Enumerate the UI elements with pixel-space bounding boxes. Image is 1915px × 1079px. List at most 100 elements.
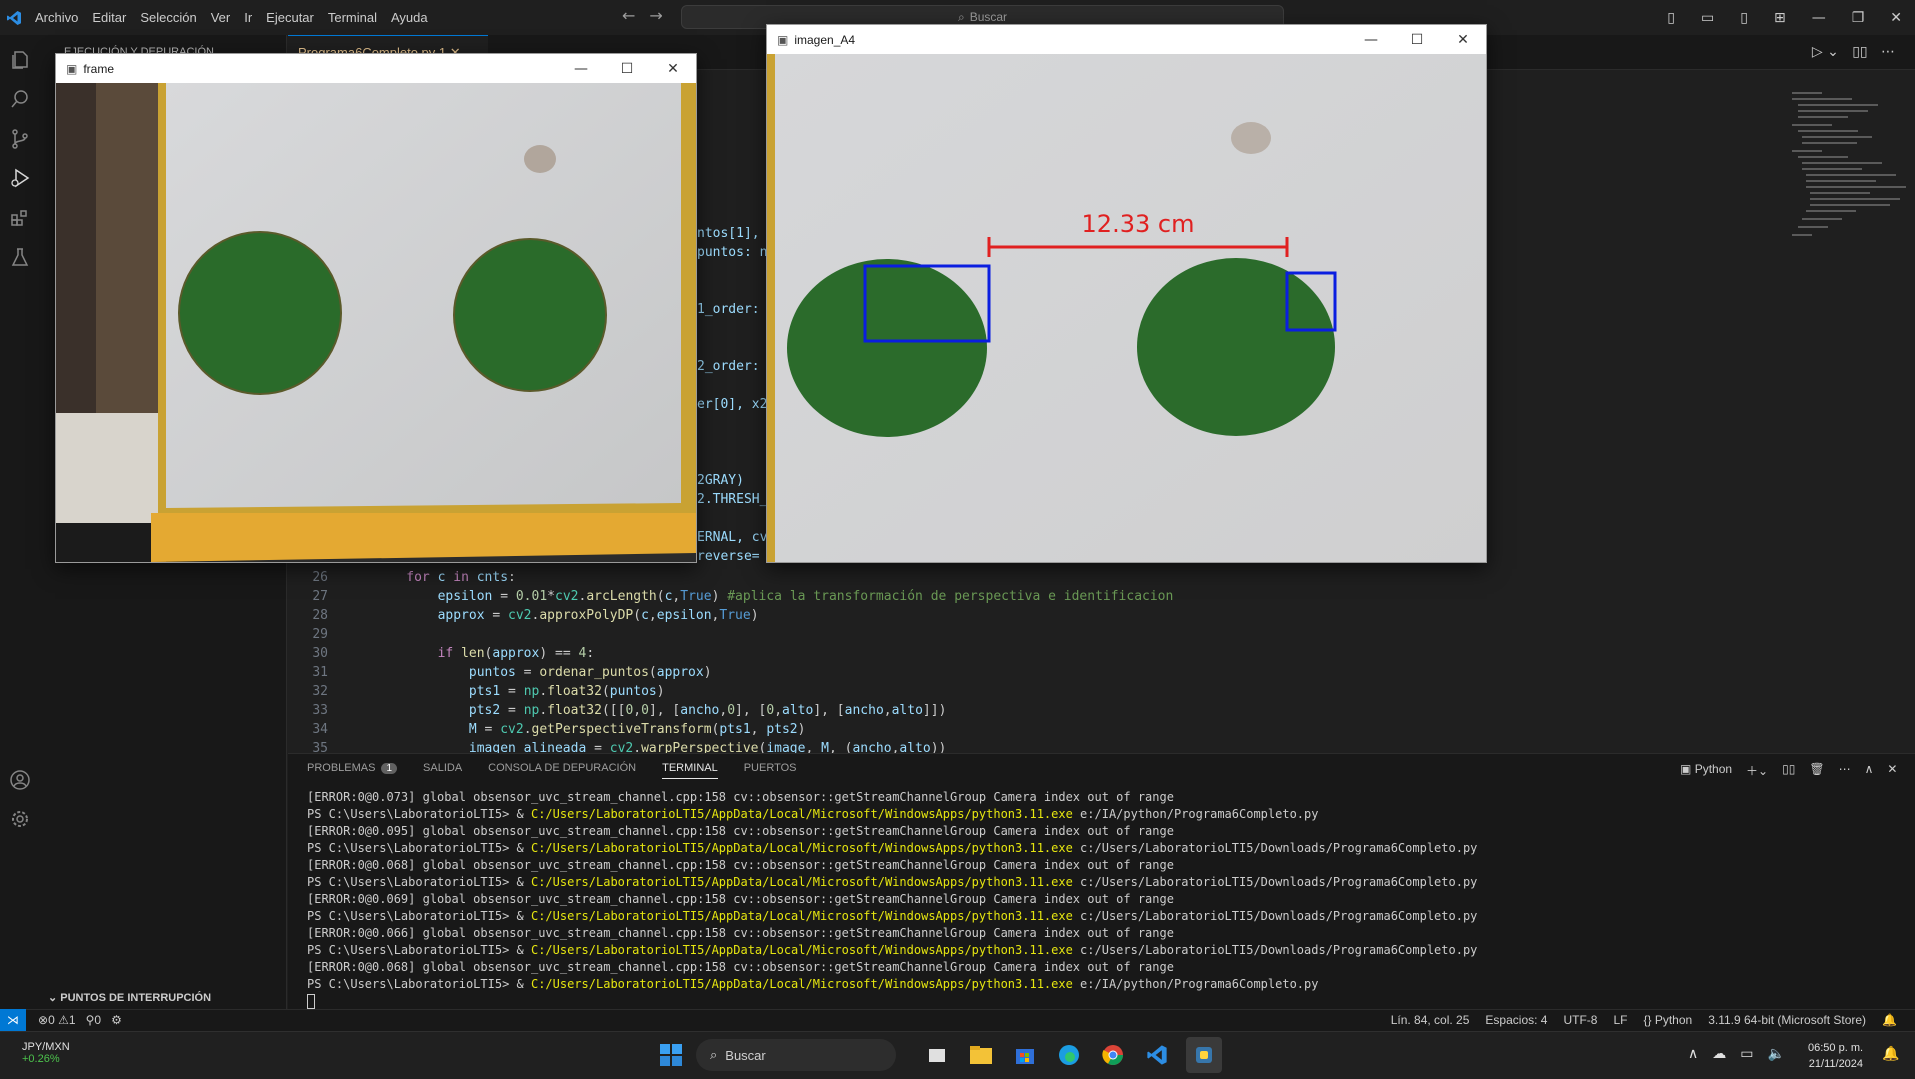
braces-icon: {} (1643, 1013, 1652, 1027)
back-arrow-icon[interactable]: ← (622, 6, 649, 25)
language-mode[interactable]: {} Python (1643, 1013, 1692, 1027)
menu-item-3[interactable]: Ver (204, 10, 238, 25)
terminal-shell-label: Python (1694, 762, 1733, 776)
terminal-output[interactable]: [ERROR:0@0.073] global obsensor_uvc_stre… (307, 789, 1477, 993)
run-icon[interactable]: ▷ (1812, 44, 1823, 60)
cursor-position[interactable]: Lín. 84, col. 25 (1391, 1013, 1470, 1027)
maximize-icon[interactable]: ☐ (1394, 32, 1440, 48)
close-icon[interactable]: ✕ (1440, 32, 1486, 48)
encoding[interactable]: UTF-8 (1563, 1013, 1597, 1027)
code-line[interactable]: 28 approx = cv2.approxPolyDP(c,epsilon,T… (288, 606, 1173, 625)
source-control-icon[interactable] (8, 127, 32, 151)
search-icon[interactable] (8, 87, 32, 111)
code-lines[interactable]: 26 for c in cnts: 27 epsilon = 0.01*cv2.a… (288, 568, 1173, 758)
terminal-line: [ERROR:0@0.069] global obsensor_uvc_stre… (307, 892, 1174, 906)
split-terminal-icon[interactable]: ▯▯ (1782, 762, 1795, 779)
nav-arrows[interactable]: ←→ (622, 6, 677, 25)
chevron-down-icon[interactable]: ⌄ (1827, 44, 1839, 60)
testing-flask-icon[interactable] (8, 245, 32, 269)
menu-item-0[interactable]: Archivo (28, 10, 85, 25)
toggle-panel-icon[interactable]: ▭ (1688, 10, 1727, 26)
code-line[interactable]: 34 M = cv2.getPerspectiveTransform(pts1,… (288, 720, 1173, 739)
restore-icon[interactable]: ❐ (1839, 10, 1878, 26)
tab-output[interactable]: SALIDA (423, 762, 462, 779)
code-line[interactable]: 30 if len(approx) == 4: (288, 644, 1173, 663)
start-button[interactable] (656, 1040, 686, 1070)
menu-item-6[interactable]: Terminal (321, 10, 384, 25)
line-text: for c in cnts: (406, 570, 516, 585)
problems-status[interactable]: ⊗0 ⚠1 ⚲0 ⚙ (38, 1013, 122, 1027)
maximize-panel-icon[interactable]: ∧ (1865, 762, 1874, 779)
taskbar-search-label: Buscar (725, 1047, 766, 1063)
indentation[interactable]: Espacios: 4 (1485, 1013, 1547, 1027)
menu-item-1[interactable]: Editar (85, 10, 133, 25)
tab-problems[interactable]: PROBLEMAS 1 (307, 762, 398, 779)
network-icon[interactable]: ▭ (1740, 1046, 1753, 1062)
split-editor-icon[interactable]: ▯▯ (1852, 44, 1867, 60)
minimize-icon[interactable]: — (1348, 32, 1394, 48)
new-terminal-icon[interactable]: ＋⌄ (1746, 762, 1768, 779)
terminal-shell-selector[interactable]: ▣ Python (1680, 762, 1732, 779)
file-explorer-icon[interactable] (966, 1040, 996, 1070)
notifications-icon[interactable]: 🔔 (1882, 1046, 1899, 1062)
customize-layout-icon[interactable]: ⊞ (1761, 10, 1799, 26)
widgets-ticker[interactable]: JPY/MXN +0.26% (22, 1041, 70, 1065)
more-actions-icon[interactable]: ⋯ (1881, 44, 1895, 60)
accounts-icon[interactable] (8, 768, 32, 792)
close-icon[interactable]: ✕ (1877, 10, 1915, 26)
maximize-icon[interactable]: ☐ (604, 61, 650, 77)
menu-item-4[interactable]: Ir (237, 10, 259, 25)
end-of-line[interactable]: LF (1613, 1013, 1627, 1027)
close-panel-icon[interactable]: ✕ (1887, 762, 1897, 779)
explorer-icon[interactable] (8, 48, 32, 72)
menu-item-2[interactable]: Selección (133, 10, 203, 25)
task-view-icon[interactable] (922, 1040, 952, 1070)
chrome-browser-icon[interactable] (1098, 1040, 1128, 1070)
menu-item-7[interactable]: Ayuda (384, 10, 435, 25)
forward-arrow-icon[interactable]: → (649, 6, 676, 25)
minimize-icon[interactable]: — (558, 61, 604, 77)
edge-browser-icon[interactable] (1054, 1040, 1084, 1070)
vscode-taskbar-icon[interactable] (1142, 1040, 1172, 1070)
toggle-sidebar-icon[interactable]: ▯ (1654, 10, 1688, 26)
tab-ports[interactable]: PUERTOS (744, 762, 797, 779)
run-debug-icon[interactable] (8, 166, 32, 190)
taskbar-search[interactable]: ⌕ Buscar (696, 1039, 896, 1071)
code-line[interactable]: 33 pts2 = np.float32([[0,0], [ancho,0], … (288, 701, 1173, 720)
code-line[interactable]: 31 puntos = ordenar_puntos(approx) (288, 663, 1173, 682)
more-actions-icon[interactable]: ⋯ (1839, 762, 1851, 779)
breakpoints-section[interactable]: ⌄ PUNTOS DE INTERRUPCIÓN (48, 991, 211, 1004)
close-icon[interactable]: ✕ (650, 61, 696, 77)
volume-icon[interactable]: 🔈 (1767, 1046, 1784, 1062)
minimize-icon[interactable]: — (1799, 10, 1839, 26)
tray-overflow-chevron-icon[interactable]: ∧ (1688, 1046, 1698, 1062)
microsoft-store-icon[interactable] (1010, 1040, 1040, 1070)
frame-window-controls: — ☐ ✕ (558, 54, 696, 83)
line-text: epsilon = 0.01*cv2.arcLength(c,True) #ap… (437, 589, 1174, 604)
toggle-secondary-sidebar-icon[interactable]: ▯ (1727, 10, 1761, 26)
imagen-a4-window[interactable]: ▣ imagen_A4 — ☐ ✕ 12.33 cm (766, 24, 1487, 563)
code-line[interactable]: 29 (288, 625, 1173, 644)
tab-terminal[interactable]: TERMINAL (662, 762, 718, 779)
clock[interactable]: 06:50 p. m. 21/11/2024 (1808, 1040, 1863, 1072)
menu-item-5[interactable]: Ejecutar (259, 10, 321, 25)
line-text: puntos = ordenar_puntos(approx) (468, 665, 712, 680)
code-fragment: 2GRAY) (697, 473, 744, 488)
python-app-icon[interactable] (1186, 1037, 1222, 1073)
onedrive-cloud-icon[interactable]: ☁ (1712, 1046, 1726, 1062)
extensions-icon[interactable] (8, 206, 32, 230)
python-interpreter[interactable]: 3.11.9 64-bit (Microsoft Store) (1708, 1013, 1866, 1027)
tab-debug-console[interactable]: CONSOLA DE DEPURACIÓN (488, 762, 636, 779)
code-line[interactable]: 32 pts1 = np.float32(puntos) (288, 682, 1173, 701)
notifications-bell-icon[interactable]: 🔔 (1882, 1013, 1897, 1027)
frame-window[interactable]: ▣ frame — ☐ ✕ (55, 53, 697, 563)
kill-terminal-icon[interactable]: 🗑 (1809, 762, 1824, 779)
remote-indicator-icon[interactable]: ⋊ (0, 1009, 26, 1031)
minimap[interactable] (1788, 88, 1908, 268)
code-line[interactable]: 26 for c in cnts: (288, 568, 1173, 587)
code-fragment: er[0], x2_ (697, 397, 776, 412)
line-text: M = cv2.getPerspectiveTransform(pts1, pt… (468, 722, 806, 737)
code-fragment: ntos[1], p (697, 226, 776, 241)
settings-gear-icon[interactable] (8, 807, 32, 831)
code-line[interactable]: 27 epsilon = 0.01*cv2.arcLength(c,True) … (288, 587, 1173, 606)
